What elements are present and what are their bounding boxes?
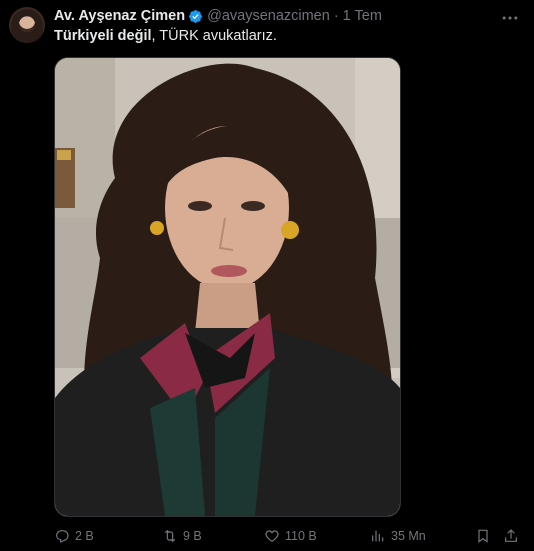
tweet-text: Türkiyeli değil, TÜRK avukatlarız. xyxy=(54,28,277,44)
bookmark-button[interactable] xyxy=(475,528,491,544)
retweet-icon xyxy=(164,529,176,543)
share-button[interactable] xyxy=(503,528,519,544)
tweet-actions: 2 B 9 B 110 B 35 Mn xyxy=(54,528,524,546)
retweet-button[interactable]: 9 B xyxy=(162,528,202,544)
more-horizontal-icon[interactable] xyxy=(500,8,520,26)
tweet-text-rest: , TÜRK avukatlarız. xyxy=(151,28,277,44)
avatar[interactable] xyxy=(9,7,45,43)
views-chart-icon xyxy=(372,530,384,542)
views-button[interactable]: 35 Mn xyxy=(370,528,426,544)
portrait-photo-image xyxy=(55,58,400,516)
tweet-photo[interactable] xyxy=(54,57,401,517)
bookmark-icon xyxy=(478,529,488,543)
views-count: 35 Mn xyxy=(391,529,426,543)
like-count: 110 B xyxy=(285,529,317,543)
like-button[interactable]: 110 B xyxy=(264,528,317,544)
timestamp[interactable]: 1 Tem xyxy=(343,8,382,24)
reply-count: 2 B xyxy=(75,529,94,543)
tweet: Av. Ayşenaz Çimen @avaysenazcimen · 1 Te… xyxy=(0,0,534,551)
separator-dot: · xyxy=(333,8,339,24)
heart-icon xyxy=(265,530,279,543)
retweet-count: 9 B xyxy=(183,529,202,543)
tweet-header: Av. Ayşenaz Çimen @avaysenazcimen · 1 Te… xyxy=(54,8,382,24)
verified-badge-icon xyxy=(189,9,202,23)
reply-icon xyxy=(56,530,69,543)
tweet-text-bold: Türkiyeli değil xyxy=(54,28,152,44)
display-name[interactable]: Av. Ayşenaz Çimen xyxy=(54,8,185,24)
reply-button[interactable]: 2 B xyxy=(54,528,94,544)
avatar-image xyxy=(11,9,43,43)
handle[interactable]: @avaysenazcimen xyxy=(207,8,330,24)
share-icon xyxy=(505,529,517,542)
